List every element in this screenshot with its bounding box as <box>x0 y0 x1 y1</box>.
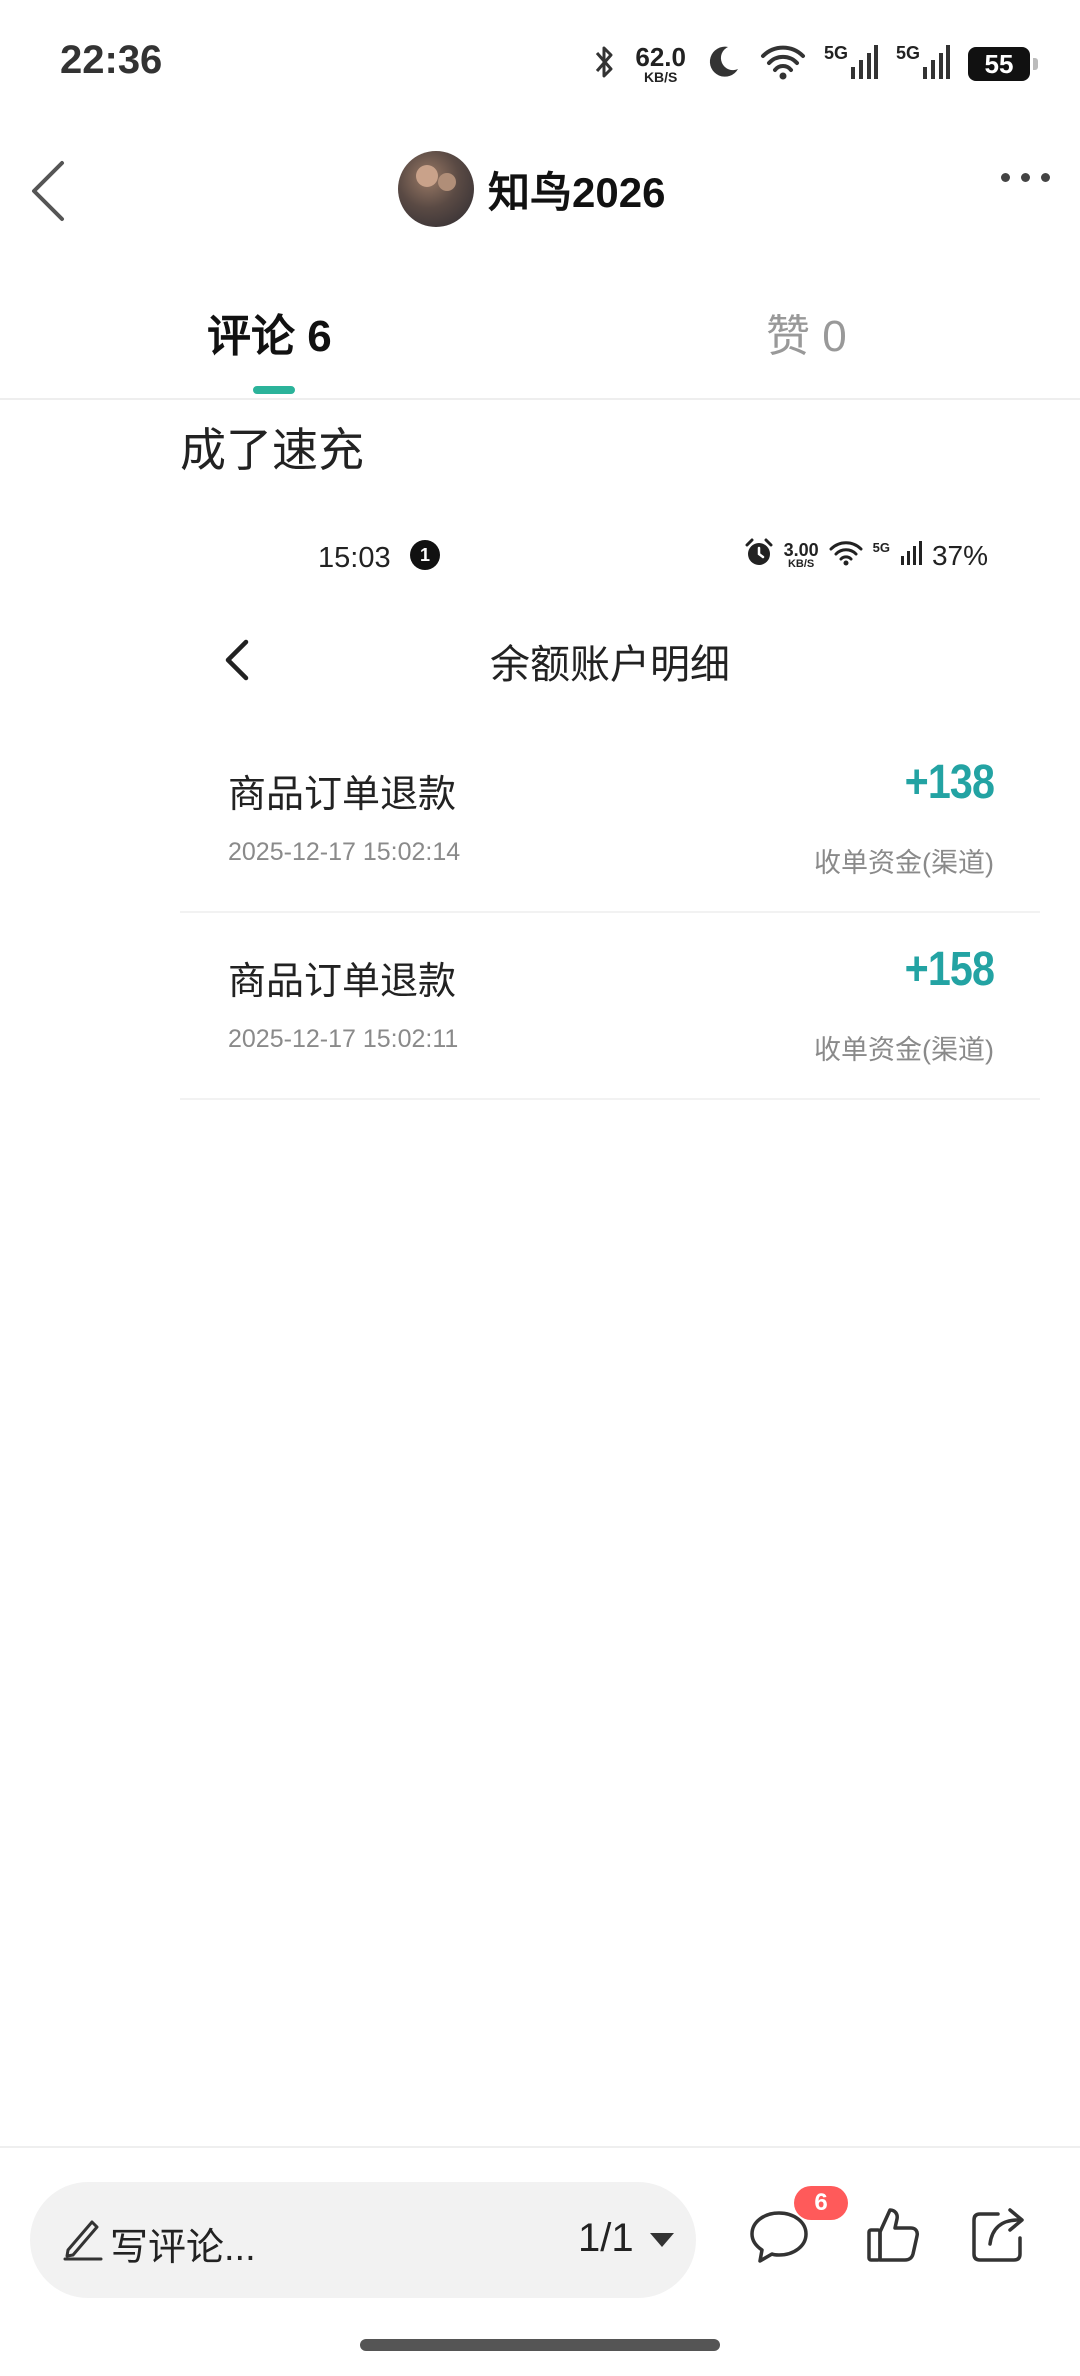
bluetooth-icon <box>593 42 617 87</box>
status-icons: 62.0 KB/S 5G 5G 55 <box>593 36 1038 92</box>
embed-net-tag: 5G <box>872 540 890 555</box>
embed-status-time: 15:03 <box>318 542 391 574</box>
more-button[interactable] <box>1001 173 1050 182</box>
tab-comments[interactable]: 评论 6 <box>207 300 332 364</box>
net-speed: 62.0 KB/S <box>635 44 686 84</box>
more-icon-dot <box>1021 173 1030 182</box>
user-info[interactable]: 知鸟2026 <box>398 151 665 227</box>
net-tag-1: 5G <box>823 42 848 63</box>
page: 22:36 62.0 KB/S 5G 5G 55 知鸟2026 评论 6 赞 0… <box>0 0 1080 2376</box>
transaction-amount: +158 <box>904 943 994 996</box>
tab-bar: 评论 6 赞 0 <box>0 280 1080 400</box>
net-speed-value: 62.0 <box>635 42 686 72</box>
comment-count-badge: 6 <box>794 2186 848 2220</box>
status-time: 22:36 <box>60 38 163 82</box>
back-button[interactable] <box>22 153 82 229</box>
share-button[interactable] <box>968 2204 1030 2266</box>
write-comment-input[interactable]: 写评论... 1/1 <box>30 2182 696 2298</box>
avatar[interactable] <box>398 151 474 227</box>
embed-notification-badge: 1 <box>410 540 440 570</box>
wifi-icon <box>760 43 806 86</box>
signal-icon <box>900 539 922 572</box>
transaction-amount: +138 <box>904 756 994 809</box>
net-speed-unit: KB/S <box>643 69 678 85</box>
more-icon-dot <box>1041 173 1050 182</box>
status-bar: 22:36 62.0 KB/S 5G 5G 55 <box>0 0 1080 125</box>
net-tag-2: 5G <box>895 42 920 63</box>
embed-net-speed: 3.00 KB/S <box>784 541 819 570</box>
transaction-row: 商品订单退款 2025-12-17 15:02:14 +138 收单资金(渠道) <box>180 725 1040 913</box>
embed-page-title: 余额账户明细 <box>490 643 730 687</box>
embed-battery: 37% <box>931 539 988 571</box>
transaction-date: 2025-12-17 15:02:14 <box>228 838 461 866</box>
write-comment-placeholder: 写评论... <box>110 2227 256 2269</box>
alarm-icon <box>744 538 774 573</box>
signal-icon <box>922 43 950 86</box>
transaction-channel: 收单资金(渠道) <box>814 1035 994 1065</box>
embed-status-icons: 3.00 KB/S 5G 37% <box>744 538 988 573</box>
tab-active-indicator <box>253 386 295 394</box>
signal-1: 5G <box>824 43 878 86</box>
home-indicator[interactable] <box>360 2339 720 2351</box>
more-icon-dot <box>1001 173 1010 182</box>
like-button[interactable] <box>865 2204 921 2266</box>
comment-text: 成了速充 <box>180 424 364 476</box>
back-arrow-icon <box>32 161 64 221</box>
embed-back-icon <box>216 630 256 690</box>
transaction-title: 商品订单退款 <box>228 961 457 1003</box>
embed-net-speed-unit: KB/S <box>787 558 815 570</box>
embed-net-speed-value: 3.00 <box>783 540 819 560</box>
battery-icon: 55 <box>968 47 1038 81</box>
username[interactable]: 知鸟2026 <box>488 159 665 220</box>
comment-image[interactable]: 15:03 1 3.00 KB/S 5G 37% 余额账户明细 商品订单退款 2… <box>180 520 1040 1120</box>
transaction-channel: 收单资金(渠道) <box>814 848 994 878</box>
wifi-icon <box>829 539 863 572</box>
moon-icon <box>704 43 742 86</box>
thumbs-up-icon <box>867 2208 919 2262</box>
transaction-date: 2025-12-17 15:02:11 <box>228 1025 459 1053</box>
tab-likes[interactable]: 赞 0 <box>766 300 847 364</box>
pencil-icon <box>62 2214 104 2262</box>
signal-icon <box>850 43 878 86</box>
share-icon <box>972 2208 1024 2262</box>
transaction-row: 商品订单退款 2025-12-17 15:02:11 +158 收单资金(渠道) <box>180 912 1040 1100</box>
page-indicator[interactable]: 1/1 <box>578 2216 634 2261</box>
header: 知鸟2026 <box>0 125 1080 255</box>
chevron-down-icon[interactable] <box>648 2230 676 2250</box>
signal-2: 5G <box>896 43 950 86</box>
transaction-title: 商品订单退款 <box>228 774 457 816</box>
